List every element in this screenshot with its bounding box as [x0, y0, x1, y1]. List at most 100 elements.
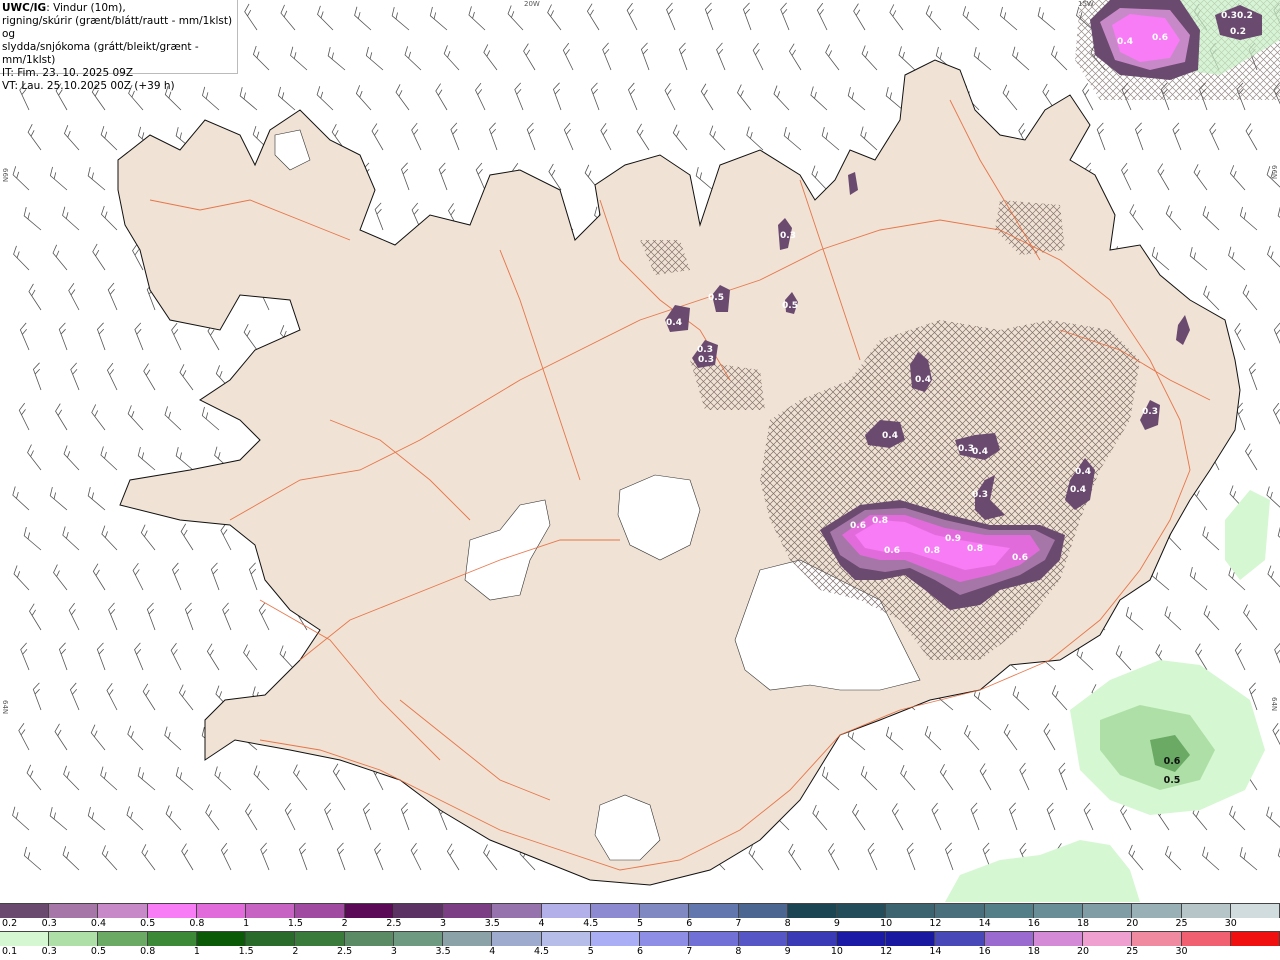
precip-value-label: 0.2: [1230, 27, 1246, 37]
scale-label: 2: [341, 918, 348, 929]
precip-value-label: 0.3: [972, 490, 988, 500]
scale-label: 20: [1126, 918, 1139, 929]
scale-swatch: [935, 904, 985, 918]
header-line3: slydda/snjókoma (grátt/bleikt/grænt - mm…: [2, 41, 199, 66]
scale-swatch: [541, 932, 591, 946]
scale-label: 5: [636, 918, 644, 929]
precip-value-label: 0.8: [967, 544, 983, 554]
scale-swatch: [0, 904, 50, 918]
rain-scale-labels: 0.1 0.3 0.5 0.8 1 1.5 2 2.5 3 3.5 4 4.5 5 6 7 8 9 10 12 14 1…: [0, 946, 1280, 960]
scale-label: 18: [1077, 918, 1090, 929]
scale-label: 0.5: [90, 946, 107, 957]
scale-swatch: [590, 932, 641, 946]
header-line1: : Vindur (10m),: [46, 2, 126, 14]
valid-time: VT: Lau. 25.10.2025 00Z (+39 h): [2, 80, 175, 92]
scale-swatch: [393, 932, 444, 946]
scale-label: 30: [1175, 946, 1188, 957]
scale-label: 12: [880, 946, 893, 957]
scale-swatch: [49, 904, 99, 918]
scale-swatch: [1083, 904, 1133, 918]
scale-swatch: [787, 932, 837, 946]
scale-swatch: [1083, 932, 1133, 946]
scale-label: 1: [243, 918, 250, 929]
lon-label-20w: 20W: [524, 0, 540, 8]
precip-value-label: 0.5: [708, 293, 724, 303]
scale-label: 5: [587, 946, 594, 957]
model-name: UWC/IG: [2, 2, 47, 14]
scale-label: 6: [686, 918, 693, 929]
scale-swatch: [295, 932, 345, 946]
scale-swatch: [196, 904, 247, 918]
scale-swatch: [393, 904, 444, 918]
precip-value-label: 0.4: [915, 375, 931, 385]
scale-swatch: [295, 904, 345, 918]
scale-label: 4.5: [583, 918, 599, 929]
scale-label: 0.3: [41, 918, 57, 929]
scale-label: 18: [1027, 946, 1040, 957]
scale-swatch: [98, 932, 148, 946]
scale-label: 4: [489, 946, 496, 957]
lat-label-left-64n: 64N: [1, 700, 9, 715]
scale-label: 25: [1175, 918, 1188, 929]
precip-value-label: 0.6: [1012, 553, 1028, 563]
scale-swatch: [886, 932, 936, 946]
issue-time: IT: Fim. 23. 10. 2025 09Z: [2, 67, 134, 79]
precip-value-label: 0.8: [872, 516, 888, 526]
precip-value-label: 0.3: [780, 231, 796, 241]
scale-swatch: [492, 932, 542, 946]
scale-label: 16: [1027, 918, 1040, 929]
scale-label: 14: [978, 918, 991, 929]
scale-label: 1.5: [287, 918, 303, 929]
scale-swatch: [147, 932, 197, 946]
precip-value-label: 0.30.2: [1221, 11, 1253, 21]
scale-label: 7: [735, 918, 742, 929]
scale-label: 4.5: [533, 946, 550, 957]
scale-label: 9: [784, 946, 791, 957]
scale-label: 2.5: [337, 946, 353, 957]
snow-scale-labels: 0.2 0.3 0.4 0.5 0.8 1 1.5 2 2.5 3 3.5 4 4.5 5 6 7 8 9 10 12…: [0, 918, 1280, 932]
scale-swatch: [98, 904, 148, 918]
scale-label: 0.2: [2, 918, 18, 929]
precip-value-label: 0.4: [1075, 467, 1091, 477]
scale-swatch: [836, 904, 887, 918]
precip-value-label: 0.3: [697, 345, 713, 355]
precip-value-label: 0.4: [1117, 37, 1133, 47]
scale-swatch: [246, 904, 296, 918]
scale-label: 0.5: [140, 918, 156, 929]
scale-label: 3: [440, 918, 447, 929]
scale-label: 8: [735, 946, 742, 957]
scale-label: 3: [390, 946, 397, 957]
scale-swatch: [492, 904, 542, 918]
precip-value-label: 0.8: [924, 546, 940, 556]
scale-label: 10: [880, 918, 893, 929]
scale-swatch: [1230, 932, 1280, 946]
scale-label: 12: [929, 918, 942, 929]
precip-value-label: 0.6: [1164, 756, 1181, 767]
scale-swatch: [935, 932, 985, 946]
scale-swatch: [689, 932, 739, 946]
scale-label: 9: [833, 918, 840, 929]
scale-swatch: [1181, 932, 1231, 946]
scale-swatch: [344, 904, 394, 918]
precip-value-label: 0.6: [850, 521, 866, 531]
precip-value-label: 0.4: [666, 318, 682, 328]
lon-label-15w: 15W: [1078, 0, 1094, 8]
lat-label-right-66n: 66N: [1270, 165, 1278, 180]
scale-label: 14: [929, 946, 942, 957]
scale-label: 25: [1126, 946, 1139, 957]
scale-swatch: [49, 932, 99, 946]
scale-swatch: [1132, 932, 1182, 946]
lat-label-left-66n: 66N: [1, 168, 9, 183]
precip-value-label: 0.4: [882, 431, 898, 441]
scale-label: 3.5: [484, 918, 500, 929]
scale-label: 7: [686, 946, 693, 957]
scale-label: 2.5: [386, 918, 402, 929]
scale-label: 0.8: [140, 946, 156, 957]
scale-swatch: [1033, 904, 1084, 918]
precip-value-label: 0.9: [945, 534, 961, 544]
scale-swatch: [984, 904, 1034, 918]
scale-label: 1.5: [238, 946, 254, 957]
map-header: UWC/IG: Vindur (10m), rigning/skúrir (gr…: [0, 0, 238, 92]
scale-label: 1: [193, 946, 200, 957]
scale-label: 16: [978, 946, 991, 957]
